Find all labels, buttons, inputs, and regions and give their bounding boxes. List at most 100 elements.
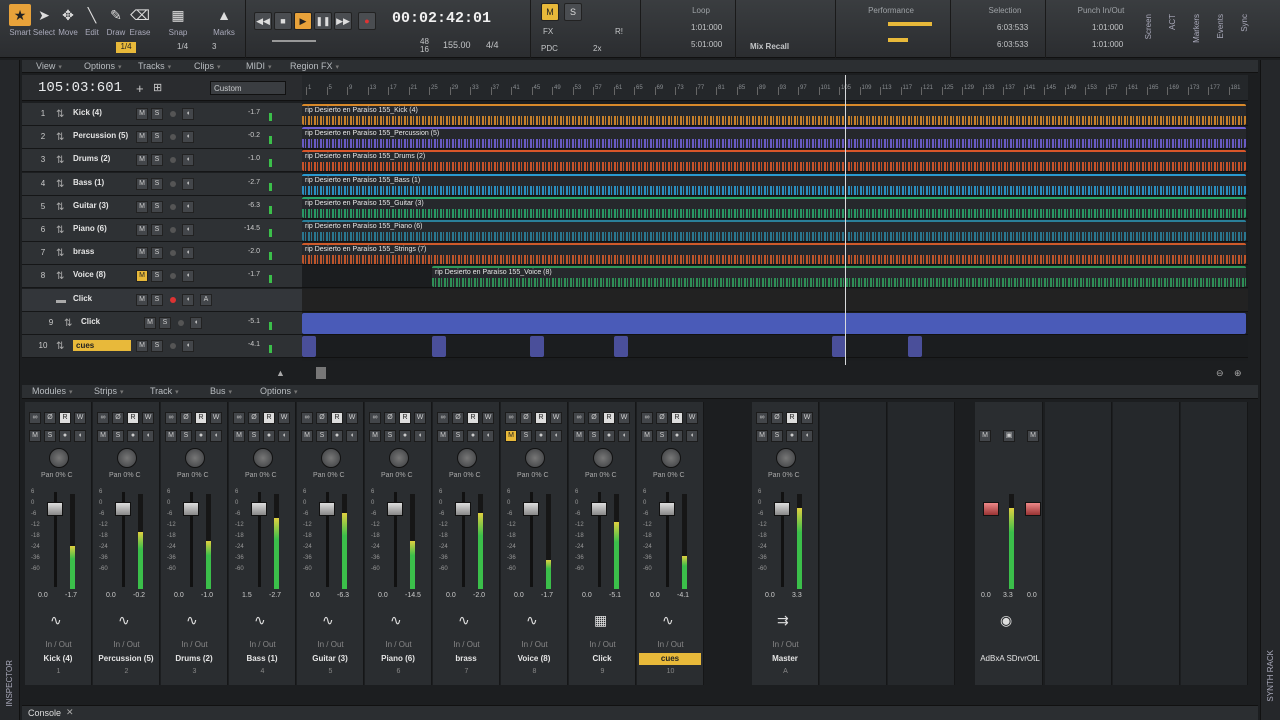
audio-clip[interactable]: rip Desierto en Paraíso 155_Strings (7) bbox=[302, 243, 1246, 265]
strip-record-button[interactable]: ● bbox=[59, 430, 71, 442]
audio-clip[interactable]: rip Desierto en Paraíso 155_Bass (1) bbox=[302, 173, 1246, 195]
in-out-label[interactable]: In / Out bbox=[161, 640, 228, 649]
volume-fader[interactable] bbox=[47, 502, 63, 516]
play-button[interactable]: ▶ bbox=[294, 12, 312, 30]
strip-echo-icon[interactable]: ◖ bbox=[618, 430, 630, 442]
phase-button[interactable]: Ø bbox=[248, 412, 260, 424]
fx-button[interactable]: FX bbox=[543, 27, 553, 36]
audio-clip[interactable]: rip Desierto en Paraíso 155_Kick (4) bbox=[302, 104, 1246, 125]
waveform-icon[interactable]: ∿ bbox=[390, 612, 402, 629]
solo-button[interactable]: S bbox=[151, 224, 163, 236]
phase-button[interactable]: Ø bbox=[316, 412, 328, 424]
phase-button[interactable]: Ø bbox=[112, 412, 124, 424]
waveform-icon[interactable]: ∿ bbox=[322, 612, 334, 629]
track-header[interactable]: 9 ⇅ Click M S ◖ -5.1 bbox=[22, 311, 302, 335]
record-arm-button[interactable] bbox=[170, 343, 176, 349]
read-automation-button[interactable]: R bbox=[59, 412, 71, 424]
track-name[interactable]: Percussion (5) bbox=[73, 131, 128, 140]
pan-knob[interactable] bbox=[117, 448, 137, 468]
write-automation-button[interactable]: W bbox=[346, 412, 358, 424]
strip-name[interactable]: brass bbox=[435, 653, 497, 665]
record-arm-button[interactable] bbox=[170, 250, 176, 257]
write-automation-button[interactable]: W bbox=[482, 412, 494, 424]
strip-mute-button[interactable]: M bbox=[756, 430, 768, 442]
track-name[interactable]: brass bbox=[73, 247, 94, 256]
cues-lane[interactable] bbox=[302, 335, 1248, 358]
track-lane[interactable]: rip Desierto en Paraíso 155_Drums (2) bbox=[302, 149, 1248, 173]
write-automation-button[interactable]: W bbox=[210, 412, 222, 424]
read-automation-button[interactable]: R bbox=[399, 412, 411, 424]
pan-knob[interactable] bbox=[525, 448, 545, 468]
in-out-label[interactable]: In / Out bbox=[229, 640, 296, 649]
lock-icon[interactable]: ▣ bbox=[1003, 430, 1015, 442]
volume-fader[interactable] bbox=[115, 502, 131, 516]
audio-clip[interactable]: rip Desierto en Paraíso 155_Drums (2) bbox=[302, 150, 1246, 172]
mute-button[interactable]: M bbox=[144, 316, 156, 329]
output-arrows-icon[interactable]: ⇉ bbox=[777, 612, 789, 629]
mute-button[interactable]: M bbox=[136, 293, 148, 306]
track-lane[interactable]: rip Desierto en Paraíso 155_Strings (7) bbox=[302, 242, 1248, 266]
track-view-custom-dropdown[interactable]: Custom bbox=[210, 81, 286, 95]
record-arm-button[interactable] bbox=[178, 319, 184, 326]
strip-echo-icon[interactable]: ◖ bbox=[414, 430, 426, 442]
strip-solo-button[interactable]: S bbox=[180, 430, 192, 442]
track-volume[interactable]: -14.5 bbox=[236, 225, 260, 232]
strip-mute-button[interactable]: M bbox=[573, 430, 585, 442]
volume-fader[interactable] bbox=[183, 502, 199, 516]
marks-button[interactable]: ▲ Marks bbox=[212, 4, 236, 42]
link-icon[interactable]: ∞ bbox=[573, 412, 585, 424]
tool-erase[interactable]: ⌫ Erase bbox=[128, 4, 152, 42]
pan-knob[interactable] bbox=[253, 448, 273, 468]
strip-solo-button[interactable]: S bbox=[44, 430, 56, 442]
input-echo-icon[interactable]: ◖ bbox=[182, 293, 194, 306]
cue-clip[interactable] bbox=[832, 336, 846, 357]
waveform-icon[interactable]: ∿ bbox=[118, 612, 130, 629]
strip-echo-icon[interactable]: ◖ bbox=[482, 430, 494, 442]
selection-start[interactable]: 6:03:533 bbox=[997, 23, 1028, 32]
strip-solo-button[interactable]: S bbox=[520, 430, 532, 442]
strip-name[interactable]: Master bbox=[754, 653, 816, 665]
in-out-label[interactable]: In / Out bbox=[569, 640, 636, 649]
record-arm-button[interactable] bbox=[170, 273, 176, 280]
tool-edit[interactable]: ╲ Edit bbox=[80, 4, 104, 42]
snap-resolution[interactable]: 1/4 bbox=[177, 42, 188, 51]
track-volume[interactable]: -1.7 bbox=[236, 109, 260, 116]
volume-fader[interactable] bbox=[774, 502, 790, 516]
mute-button[interactable]: M bbox=[136, 108, 148, 120]
read-automation-button[interactable]: R bbox=[786, 412, 798, 424]
synth-mute2-button[interactable]: M bbox=[1027, 430, 1039, 442]
mute-button[interactable]: M bbox=[136, 131, 148, 144]
console-tab[interactable]: Console bbox=[28, 708, 61, 718]
strip-record-button[interactable]: ● bbox=[263, 430, 275, 442]
strip-record-button[interactable]: ● bbox=[467, 430, 479, 442]
write-automation-button[interactable]: W bbox=[142, 412, 154, 424]
track-name[interactable]: Guitar (3) bbox=[73, 201, 109, 210]
pan-knob[interactable] bbox=[49, 448, 69, 468]
timeline-ruler[interactable]: 1 5 9 13 17 21 25 29 33 37 41 45 49 53 57 61 65 69 73 77 81 8… bbox=[302, 75, 1248, 101]
link-icon[interactable]: ∞ bbox=[165, 412, 177, 424]
volume-fader[interactable] bbox=[251, 502, 267, 516]
mute-button[interactable]: M bbox=[136, 270, 148, 283]
solo-button[interactable]: S bbox=[151, 340, 163, 352]
solo-button[interactable]: S bbox=[151, 293, 163, 306]
in-out-label[interactable]: In / Out bbox=[365, 640, 432, 649]
write-automation-button[interactable]: W bbox=[618, 412, 630, 424]
folder-lane[interactable] bbox=[302, 288, 1248, 312]
track-volume[interactable]: -6.3 bbox=[236, 202, 260, 209]
punch-start[interactable]: 1:01:000 bbox=[1092, 23, 1123, 32]
console-menu-modules[interactable]: Modules bbox=[32, 386, 73, 396]
track-volume[interactable]: -2.0 bbox=[236, 248, 260, 255]
global-mute-button[interactable]: M bbox=[541, 3, 559, 21]
read-automation-button[interactable]: R bbox=[127, 412, 139, 424]
record-arm-button[interactable] bbox=[170, 180, 176, 187]
tool-select[interactable]: ➤ Select bbox=[32, 4, 56, 42]
collapse-icon[interactable]: ▲ bbox=[276, 368, 285, 378]
record-arm-button[interactable] bbox=[170, 203, 176, 210]
waveform-icon[interactable]: ∿ bbox=[254, 612, 266, 629]
waveform-icon[interactable]: ∿ bbox=[662, 612, 674, 629]
volume-fader[interactable] bbox=[455, 502, 471, 516]
in-out-label[interactable]: In / Out bbox=[637, 640, 704, 649]
track-lane[interactable]: rip Desierto en Paraíso 155_Voice (8) bbox=[302, 265, 1248, 289]
write-automation-button[interactable]: W bbox=[414, 412, 426, 424]
click-lane[interactable] bbox=[302, 312, 1248, 335]
